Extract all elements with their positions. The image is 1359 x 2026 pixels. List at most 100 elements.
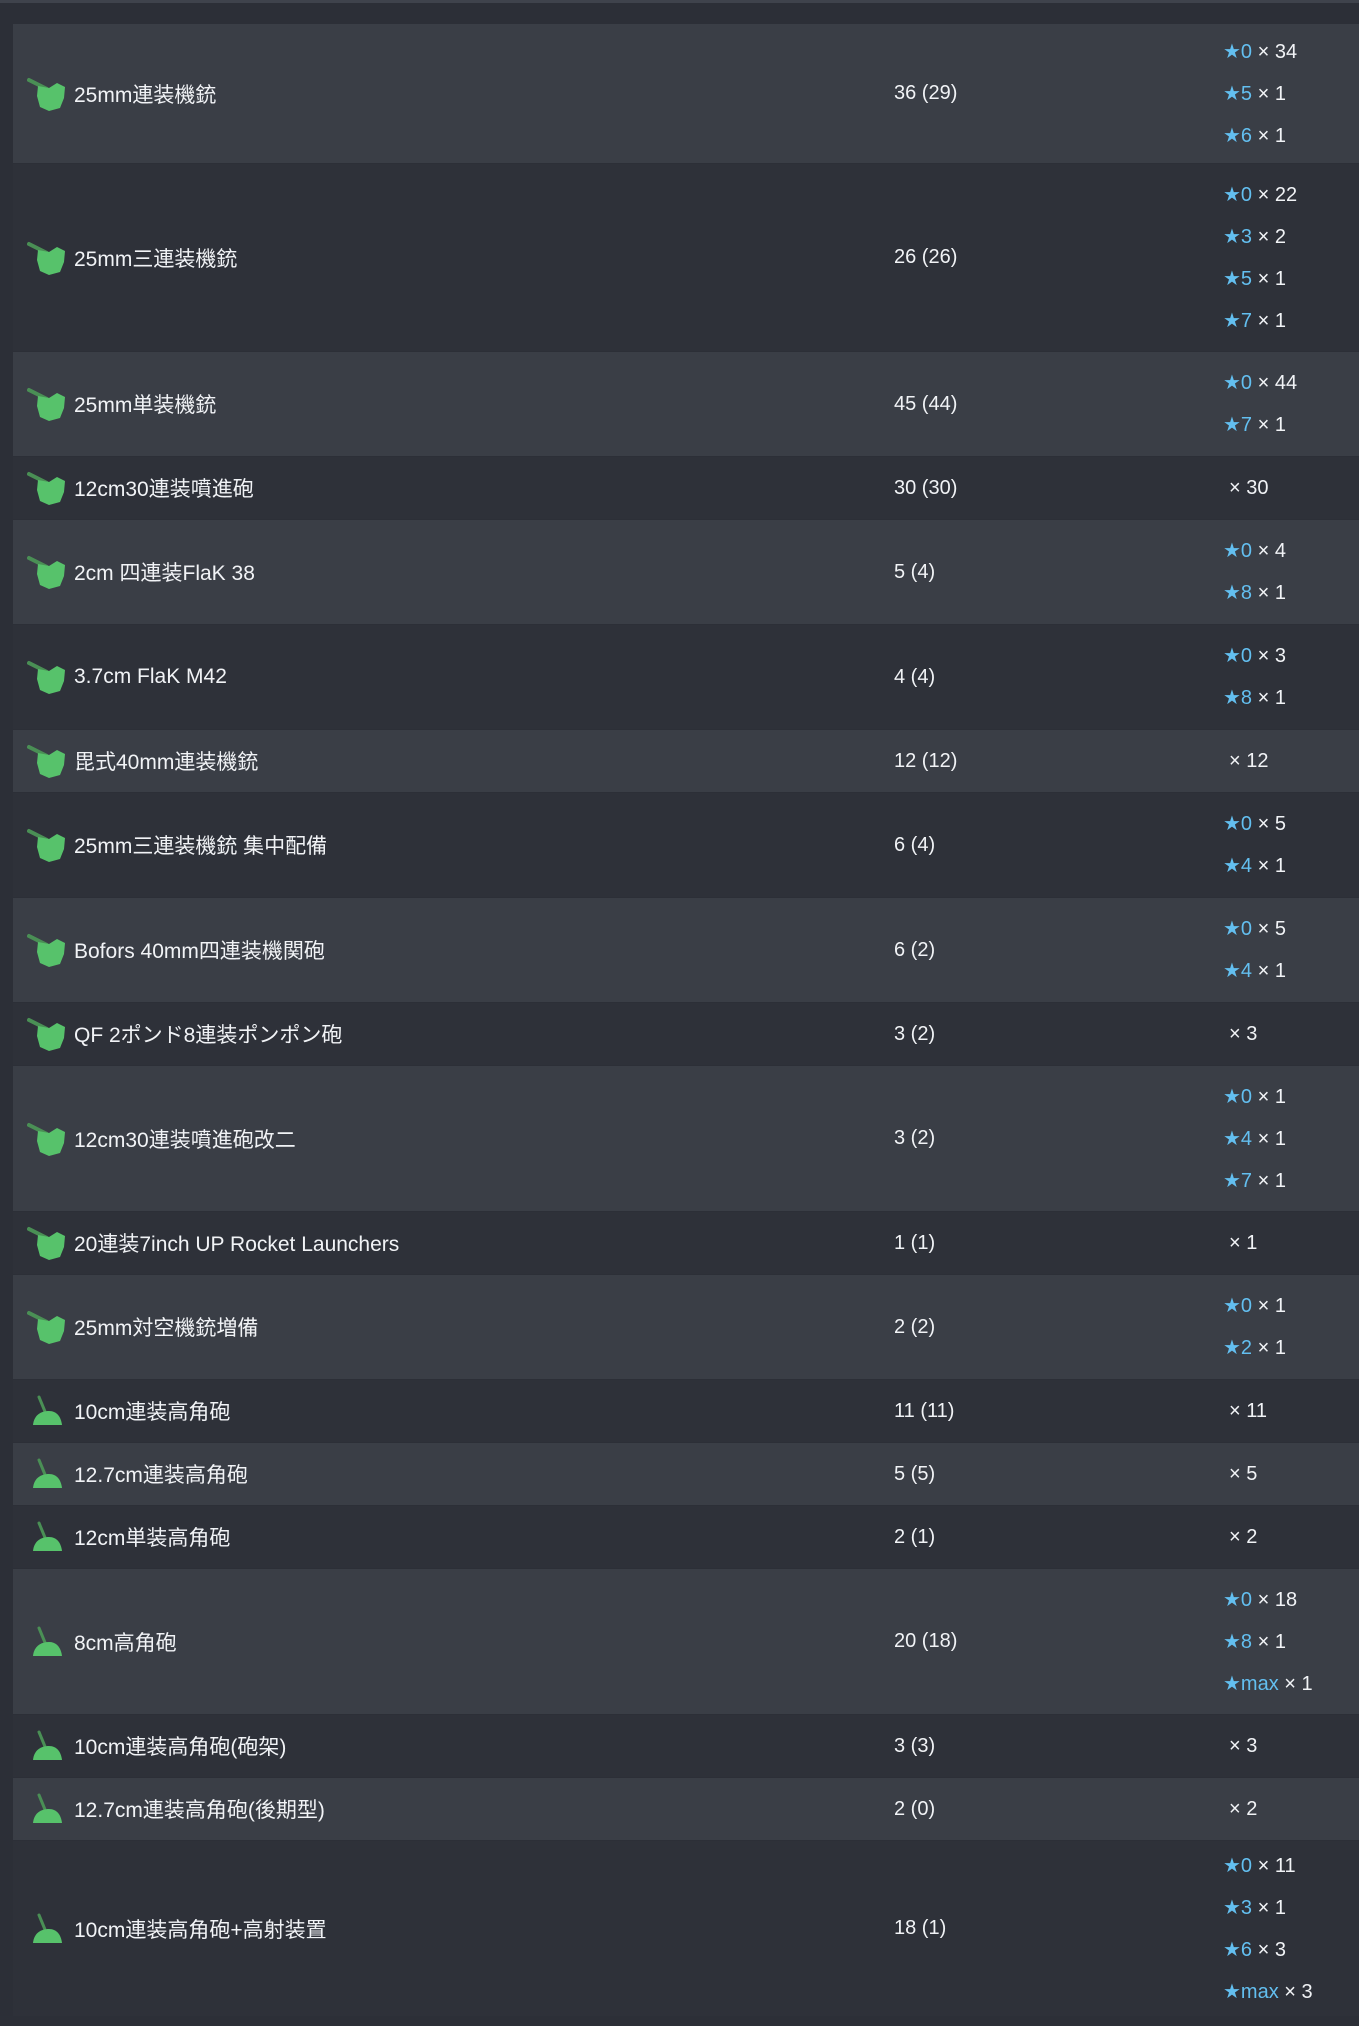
table-row[interactable]: 25mm対空機銃増備 2 (2) ★0 × 1 ★2 × 1 [13, 1275, 1359, 1380]
improvement-list: ★0 × 34 ★5 × 1 ★6 × 1 [1223, 24, 1297, 163]
equipment-name-cell: 12.7cm連装高角砲 [13, 1443, 893, 1505]
improvement-quantity: × 34 [1257, 40, 1298, 63]
equipment-name: Bofors 40mm四連装機関砲 [74, 940, 325, 963]
table-row[interactable]: 2cm 四連装FlaK 38 5 (4) ★0 × 4 ★8 × 1 [13, 520, 1359, 625]
improvement-quantity: × 1 [1257, 855, 1286, 877]
improvement-quantity: × 1 [1257, 1337, 1286, 1359]
improvement-quantity: × 2 [1229, 1526, 1258, 1548]
improvement-star-level: ★0 [1223, 1588, 1253, 1611]
aa-machine-gun-icon [25, 928, 69, 972]
aa-machine-gun-icon [25, 72, 69, 116]
table-row[interactable]: 12.7cm連装高角砲 5 (5) × 5 [13, 1443, 1359, 1506]
table-row[interactable]: 12.7cm連装高角砲(後期型) 2 (0) × 2 [13, 1778, 1359, 1841]
improvement-entry: ★7 × 1 [1223, 404, 1297, 446]
table-row[interactable]: 25mm三連装機銃 集中配備 6 (4) ★0 × 5 ★4 × 1 [13, 793, 1359, 898]
improvement-quantity: × 1 [1257, 1295, 1286, 1317]
equipment-name-cell: QF 2ポンド8連装ポンポン砲 [13, 1003, 893, 1065]
improvement-list: × 2 [1223, 1506, 1257, 1568]
improvement-star-level: ★0 [1223, 540, 1253, 562]
improvement-star-level: ★max [1223, 1672, 1279, 1695]
improvement-entry: × 2 [1223, 1788, 1257, 1830]
equipment-name-cell: 10cm連装高角砲 [13, 1380, 893, 1442]
equipment-name-cell: 毘式40mm連装機銃 [13, 730, 893, 792]
equipment-count: 2 (2) [894, 1315, 936, 1338]
table-row[interactable]: 25mm連装機銃 36 (29) ★0 × 34 ★5 × 1 ★6 × 1 [13, 24, 1359, 164]
equipment-name-cell: 10cm連装高角砲(砲架) [13, 1715, 893, 1777]
equipment-name-cell: 25mm三連装機銃 集中配備 [13, 793, 893, 897]
improvement-star-level: ★0 [1223, 813, 1253, 835]
improvement-entry: ★8 × 1 [1223, 572, 1286, 614]
improvement-quantity: × 11 [1257, 1854, 1296, 1877]
equipment-name: 12.7cm連装高角砲 [74, 1464, 248, 1487]
improvement-entry: ★6 × 1 [1223, 115, 1297, 157]
improvement-list: ★0 × 11 ★3 × 1 ★6 × 3 ★max × 3 [1223, 1841, 1313, 2016]
equipment-name: 3.7cm FlaK M42 [74, 665, 227, 688]
equipment-table: 25mm連装機銃 36 (29) ★0 × 34 ★5 × 1 ★6 × 1 25mm三連… [13, 24, 1359, 2017]
table-row[interactable]: 25mm単装機銃 45 (44) ★0 × 44 ★7 × 1 [13, 352, 1359, 457]
improvement-star-level: ★0 [1223, 645, 1253, 667]
equipment-count: 3 (2) [894, 1127, 936, 1149]
table-row[interactable]: Bofors 40mm四連装機関砲 6 (2) ★0 × 5 ★4 × 1 [13, 898, 1359, 1003]
table-row[interactable]: 20連装7inch UP Rocket Launchers 1 (1) × 1 [13, 1212, 1359, 1275]
improvement-entry: ★0 × 22 [1223, 174, 1297, 216]
table-row[interactable]: 12cm単装高角砲 2 (1) × 2 [13, 1506, 1359, 1569]
aa-machine-gun-icon [25, 236, 69, 280]
aa-machine-gun-icon [25, 1221, 69, 1265]
improvement-quantity: × 4 [1257, 540, 1286, 562]
equipment-name: 20連装7inch UP Rocket Launchers [74, 1233, 400, 1256]
improvement-list: ★0 × 3 ★8 × 1 [1223, 625, 1286, 729]
improvement-quantity: × 1 [1257, 1896, 1286, 1919]
improvement-quantity: × 5 [1229, 1463, 1258, 1485]
improvement-entry: ★0 × 4 [1223, 530, 1286, 572]
improvement-quantity: × 3 [1229, 1735, 1258, 1757]
improvement-entry: ★0 × 11 [1223, 1845, 1313, 1887]
table-row[interactable]: 毘式40mm連装機銃 12 (12) × 12 [13, 730, 1359, 793]
improvement-star-level: ★7 [1223, 414, 1253, 436]
improvement-entry: × 3 [1223, 1013, 1257, 1055]
equipment-name: 12cm単装高角砲 [74, 1527, 231, 1550]
equipment-name: 12.7cm連装高角砲(後期型) [74, 1799, 325, 1822]
aa-machine-gun-icon [25, 466, 69, 510]
improvement-entry: ★3 × 2 [1223, 216, 1297, 258]
improvement-star-level: ★0 [1223, 1854, 1253, 1877]
equipment-name: 25mm対空機銃増備 [74, 1317, 259, 1340]
table-row[interactable]: 3.7cm FlaK M42 4 (4) ★0 × 3 ★8 × 1 [13, 625, 1359, 730]
equipment-name-cell: 2cm 四連装FlaK 38 [13, 520, 893, 624]
aa-machine-gun-icon [25, 1117, 69, 1161]
improvement-entry: × 30 [1223, 467, 1268, 509]
improvement-entry: ★3 × 1 [1223, 1887, 1313, 1929]
table-row[interactable]: 10cm連装高角砲(砲架) 3 (3) × 3 [13, 1715, 1359, 1778]
improvement-star-level: ★7 [1223, 1169, 1253, 1192]
aa-machine-gun-icon [25, 1012, 69, 1056]
equipment-count: 3 (2) [894, 1022, 936, 1045]
improvement-star-level: ★0 [1223, 1085, 1253, 1108]
improvement-entry: ★7 × 1 [1223, 300, 1297, 342]
improvement-star-level: ★8 [1223, 1630, 1253, 1653]
table-row[interactable]: 10cm連装高角砲+高射装置 18 (1) ★0 × 11 ★3 × 1 ★6 × 3 ★… [13, 1841, 1359, 2017]
improvement-quantity: × 1 [1257, 124, 1286, 147]
improvement-entry: ★0 × 5 [1223, 803, 1286, 845]
improvement-entry: ★0 × 34 [1223, 31, 1297, 73]
equipment-name: 25mm単装機銃 [74, 394, 217, 417]
table-row[interactable]: 8cm高角砲 20 (18) ★0 × 18 ★8 × 1 ★max × 1 [13, 1569, 1359, 1715]
improvement-star-level: ★6 [1223, 124, 1253, 147]
equipment-count: 36 (29) [894, 82, 958, 104]
table-row[interactable]: QF 2ポンド8連装ポンポン砲 3 (2) × 3 [13, 1003, 1359, 1066]
improvement-quantity: × 12 [1229, 750, 1269, 772]
improvement-list: ★0 × 44 ★7 × 1 [1223, 352, 1297, 456]
improvement-star-level: ★0 [1223, 918, 1253, 940]
improvement-quantity: × 44 [1257, 372, 1298, 394]
equipment-name-cell: 25mm三連装機銃 [13, 164, 893, 351]
improvement-star-level: ★5 [1223, 267, 1253, 290]
equipment-name: 2cm 四連装FlaK 38 [74, 562, 255, 585]
table-row[interactable]: 25mm三連装機銃 26 (26) ★0 × 22 ★3 × 2 ★5 × 1 ★7 × … [13, 164, 1359, 352]
improvement-list: ★0 × 18 ★8 × 1 ★max × 1 [1223, 1569, 1313, 1714]
table-row[interactable]: 12cm30連装噴進砲改二 3 (2) ★0 × 1 ★4 × 1 ★7 × 1 [13, 1066, 1359, 1212]
table-row[interactable]: 12cm30連装噴進砲 30 (30) × 30 [13, 457, 1359, 520]
table-row[interactable]: 10cm連装高角砲 11 (11) × 11 [13, 1380, 1359, 1443]
equipment-name: 25mm三連装機銃 [74, 247, 238, 271]
improvement-quantity: × 30 [1229, 477, 1269, 499]
equipment-name-cell: 3.7cm FlaK M42 [13, 625, 893, 729]
equipment-count: 2 (1) [894, 1525, 936, 1548]
equipment-name: 毘式40mm連装機銃 [74, 751, 259, 774]
